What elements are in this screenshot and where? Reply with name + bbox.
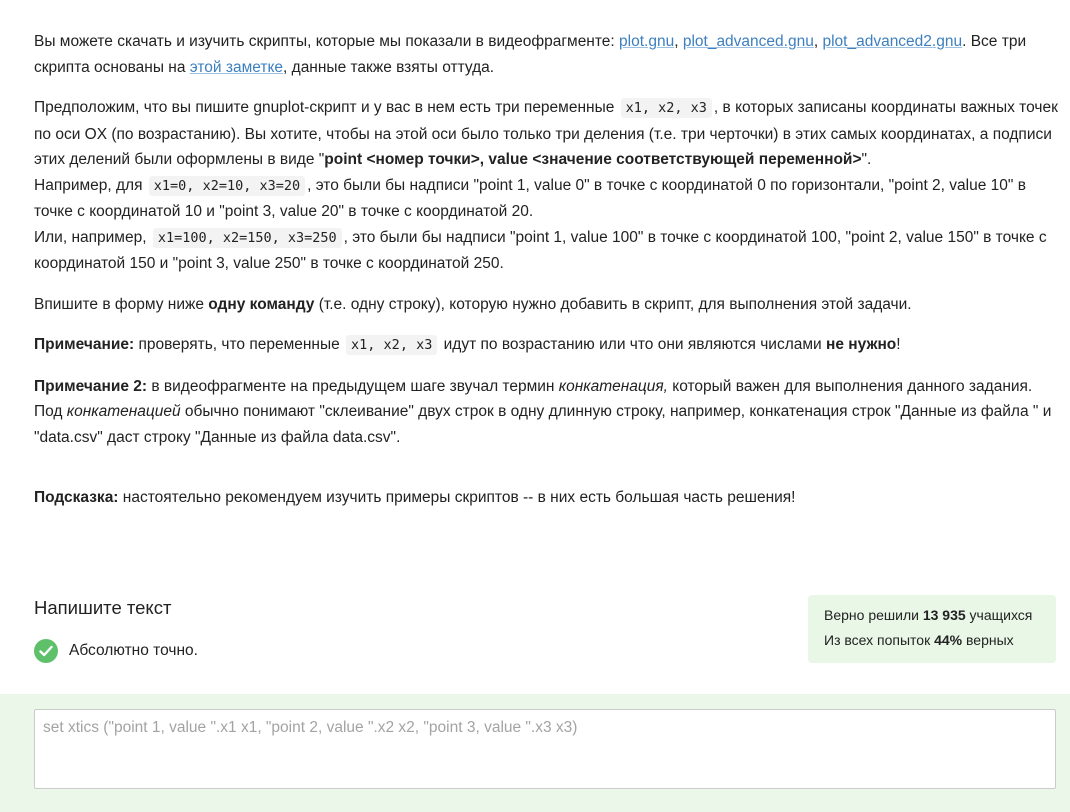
- answer-header: Напишите текст Абсолютно точно.: [34, 594, 794, 664]
- solved-count: 13 935: [922, 607, 966, 623]
- hint-label: Подсказка:: [34, 489, 119, 506]
- text: Впишите в форму ниже: [34, 295, 209, 313]
- stats-panel: Верно решили 13 935 учащихся Из всех поп…: [808, 595, 1056, 663]
- solved-stat: Верно решили 13 935 учащихся: [824, 603, 1040, 628]
- text: Или, например,: [34, 228, 151, 246]
- link-plot-advanced2-gnu[interactable]: plot_advanced2.gnu: [822, 33, 962, 50]
- text: учащихся: [965, 607, 1033, 623]
- answer-textarea[interactable]: set xtics ("point 1, value ".x1 x1, "poi…: [34, 709, 1056, 789]
- text: Например, для: [34, 176, 147, 194]
- text: ,: [674, 33, 683, 50]
- scripts-paragraph: Вы можете скачать и изучить скрипты, кот…: [34, 29, 1060, 80]
- code-example-2: x1=100, x2=150, x3=250: [152, 227, 342, 248]
- code-variables-note: x1, x2, x3: [346, 335, 438, 355]
- note-label: Примечание:: [34, 336, 135, 353]
- text: !: [896, 336, 901, 353]
- attempts-stat: Из всех попыток 44% верных: [824, 628, 1040, 653]
- bold-text: одну команду: [208, 295, 315, 313]
- text: в видеофрагменте на предыдущем шаге звуч…: [147, 377, 559, 395]
- text: верных: [962, 632, 1014, 648]
- note-paragraph: Примечание: проверять, что переменные x1…: [34, 332, 1060, 359]
- bold-text: не нужно: [826, 336, 897, 353]
- text: Предположим, что вы пишите gnuplot-скрип…: [34, 99, 619, 116]
- text: идут по возрастанию или что они являются…: [439, 336, 826, 353]
- attempts-percent: 44%: [934, 632, 963, 648]
- italic-text: конкатенация,: [558, 377, 668, 395]
- answer-area: set xtics ("point 1, value ".x1 x1, "poi…: [0, 694, 1070, 812]
- italic-text: конкатенацией: [66, 403, 181, 420]
- link-plot-advanced-gnu[interactable]: plot_advanced.gnu: [683, 33, 814, 50]
- text: настоятельно рекомендуем изучить примеры…: [118, 489, 796, 506]
- result-row: Абсолютно точно.: [34, 638, 794, 664]
- step-text: Вы можете скачать и изучить скрипты, кот…: [34, 29, 1060, 526]
- check-circle-icon: [34, 638, 58, 663]
- text: Из всех попыток: [824, 632, 935, 648]
- text: обычно понимают "склеивание" двух строк …: [34, 403, 1052, 446]
- answer-title: Напишите текст: [34, 597, 172, 618]
- text: , данные также взяты оттуда.: [283, 58, 495, 76]
- instruction-paragraph: Впишите в форму ниже одну команду (т.е. …: [34, 292, 1060, 318]
- text: ".: [861, 151, 872, 168]
- task-paragraph: Предположим, что вы пишите gnuplot-скрип…: [34, 95, 1060, 277]
- link-plot-gnu[interactable]: plot.gnu: [619, 33, 674, 50]
- text: (т.е. одну строку), которую нужно добави…: [314, 295, 912, 313]
- bold-format: point <номер точки>, value <значение соо…: [324, 151, 862, 168]
- text: проверять, что переменные: [134, 336, 345, 353]
- text: Вы можете скачать и изучить скрипты, кот…: [34, 33, 620, 50]
- result-text: Абсолютно точно.: [69, 642, 198, 659]
- link-note[interactable]: этой заметке: [190, 59, 283, 76]
- note2-paragraph: Примечание 2: в видеофрагменте на предыд…: [34, 374, 1060, 451]
- text: Верно решили: [824, 607, 923, 623]
- code-example-1: x1=0, x2=10, x3=20: [148, 175, 306, 196]
- note2-label: Примечание 2:: [34, 377, 148, 395]
- hint-paragraph: Подсказка: настоятельно рекомендуем изуч…: [34, 485, 1060, 511]
- code-variables: x1, x2, x3: [620, 98, 712, 118]
